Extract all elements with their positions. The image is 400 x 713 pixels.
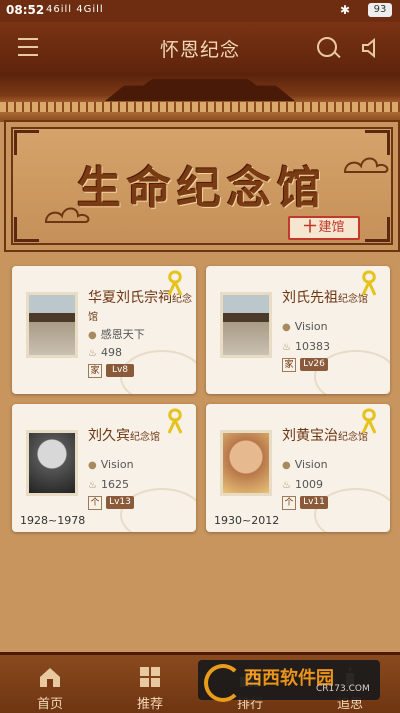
cloud-ornament-icon <box>44 207 90 223</box>
bluetooth-icon: ✱ <box>339 3 350 17</box>
memorial-count: ♨ 10383 <box>282 340 330 353</box>
memorial-photo <box>220 430 272 496</box>
ribbon-icon <box>167 270 183 296</box>
memorial-count: ♨ 498 <box>88 346 122 359</box>
build-memorial-button[interactable]: 十建馆 <box>288 216 360 240</box>
home-icon <box>40 668 60 687</box>
memorial-photo <box>26 430 78 496</box>
type-tag: 家 <box>282 358 296 372</box>
candle-icon: ♨ <box>88 480 97 491</box>
app-title: 怀恩纪念 <box>159 39 240 61</box>
memorial-photo <box>220 292 272 358</box>
grid-icon <box>140 667 160 687</box>
battery-icon: 93 <box>368 3 392 17</box>
nav-recommend-label: 推荐 <box>136 697 163 712</box>
nav-home-label: 首页 <box>36 697 63 712</box>
candle-icon: ♨ <box>282 480 291 491</box>
ribbon-icon <box>167 408 183 434</box>
level-badge: Lv26 <box>300 358 328 371</box>
memorial-dates: 1928~1978 <box>20 514 86 527</box>
memorial-creator: ● Vision <box>282 458 328 471</box>
memorial-creator: ● Vision <box>282 320 328 333</box>
watermark-url: CR173.COM <box>316 684 370 694</box>
user-icon: ● <box>282 460 291 471</box>
type-tag: 家 <box>88 364 102 378</box>
type-tag: 个 <box>282 496 296 510</box>
memorial-count: ♨ 1625 <box>88 478 129 491</box>
user-icon: ● <box>88 330 97 341</box>
type-tag: 个 <box>88 496 102 510</box>
speaker-icon[interactable] <box>360 37 382 59</box>
memorial-photo <box>26 292 78 358</box>
status-bar: 08:52 46ill 4Gill ✱ 93 <box>0 0 400 22</box>
user-icon: ● <box>88 460 97 471</box>
memorial-card[interactable]: 刘黄宝治纪念馆 ● Vision ♨ 1009 个 Lv11 1930~2012 <box>206 404 390 532</box>
status-time: 08:52 <box>6 3 45 17</box>
nav-home[interactable]: 首页 <box>10 659 90 712</box>
level-badge: Lv8 <box>106 364 134 377</box>
level-badge: Lv13 <box>106 496 134 509</box>
build-button-label: 建馆 <box>318 220 345 235</box>
watermark-logo: 西西软件园 CR173.COM <box>198 660 380 702</box>
user-icon: ● <box>282 322 291 333</box>
candle-icon: ♨ <box>282 342 291 353</box>
search-icon[interactable] <box>317 37 337 57</box>
signal-indicator: 46ill 4Gill <box>46 4 104 15</box>
plus-icon: 十 <box>303 220 317 235</box>
nav-recommend[interactable]: 推荐 <box>110 659 190 712</box>
roof-decoration <box>0 74 400 122</box>
memorial-count: ♨ 1009 <box>282 478 323 491</box>
ribbon-icon <box>361 270 377 296</box>
cloud-ornament-icon <box>343 157 389 173</box>
level-badge: Lv11 <box>300 496 328 509</box>
candle-icon: ♨ <box>88 348 97 359</box>
roof-eave <box>0 102 400 112</box>
memorial-banner: 生命纪念馆 十建馆 <box>4 120 400 252</box>
memorial-creator: ● 感恩天下 <box>88 328 145 341</box>
watermark-logo-icon <box>204 664 242 702</box>
memorial-card[interactable]: 刘氏先祖纪念馆 ● Vision ♨ 10383 家 Lv26 <box>206 266 390 394</box>
app-bar: 怀恩纪念 <box>0 22 400 74</box>
memorial-card[interactable]: 刘久宾纪念馆 ● Vision ♨ 1625 个 Lv13 1928~1978 <box>12 404 196 532</box>
memorial-dates: 1930~2012 <box>214 514 280 527</box>
memorial-creator: ● Vision <box>88 458 134 471</box>
memorial-card[interactable]: 华夏刘氏宗祠纪念馆 ● 感恩天下 ♨ 498 家 Lv8 <box>12 266 196 394</box>
ribbon-icon <box>361 408 377 434</box>
pavilion-roof <box>105 79 295 101</box>
